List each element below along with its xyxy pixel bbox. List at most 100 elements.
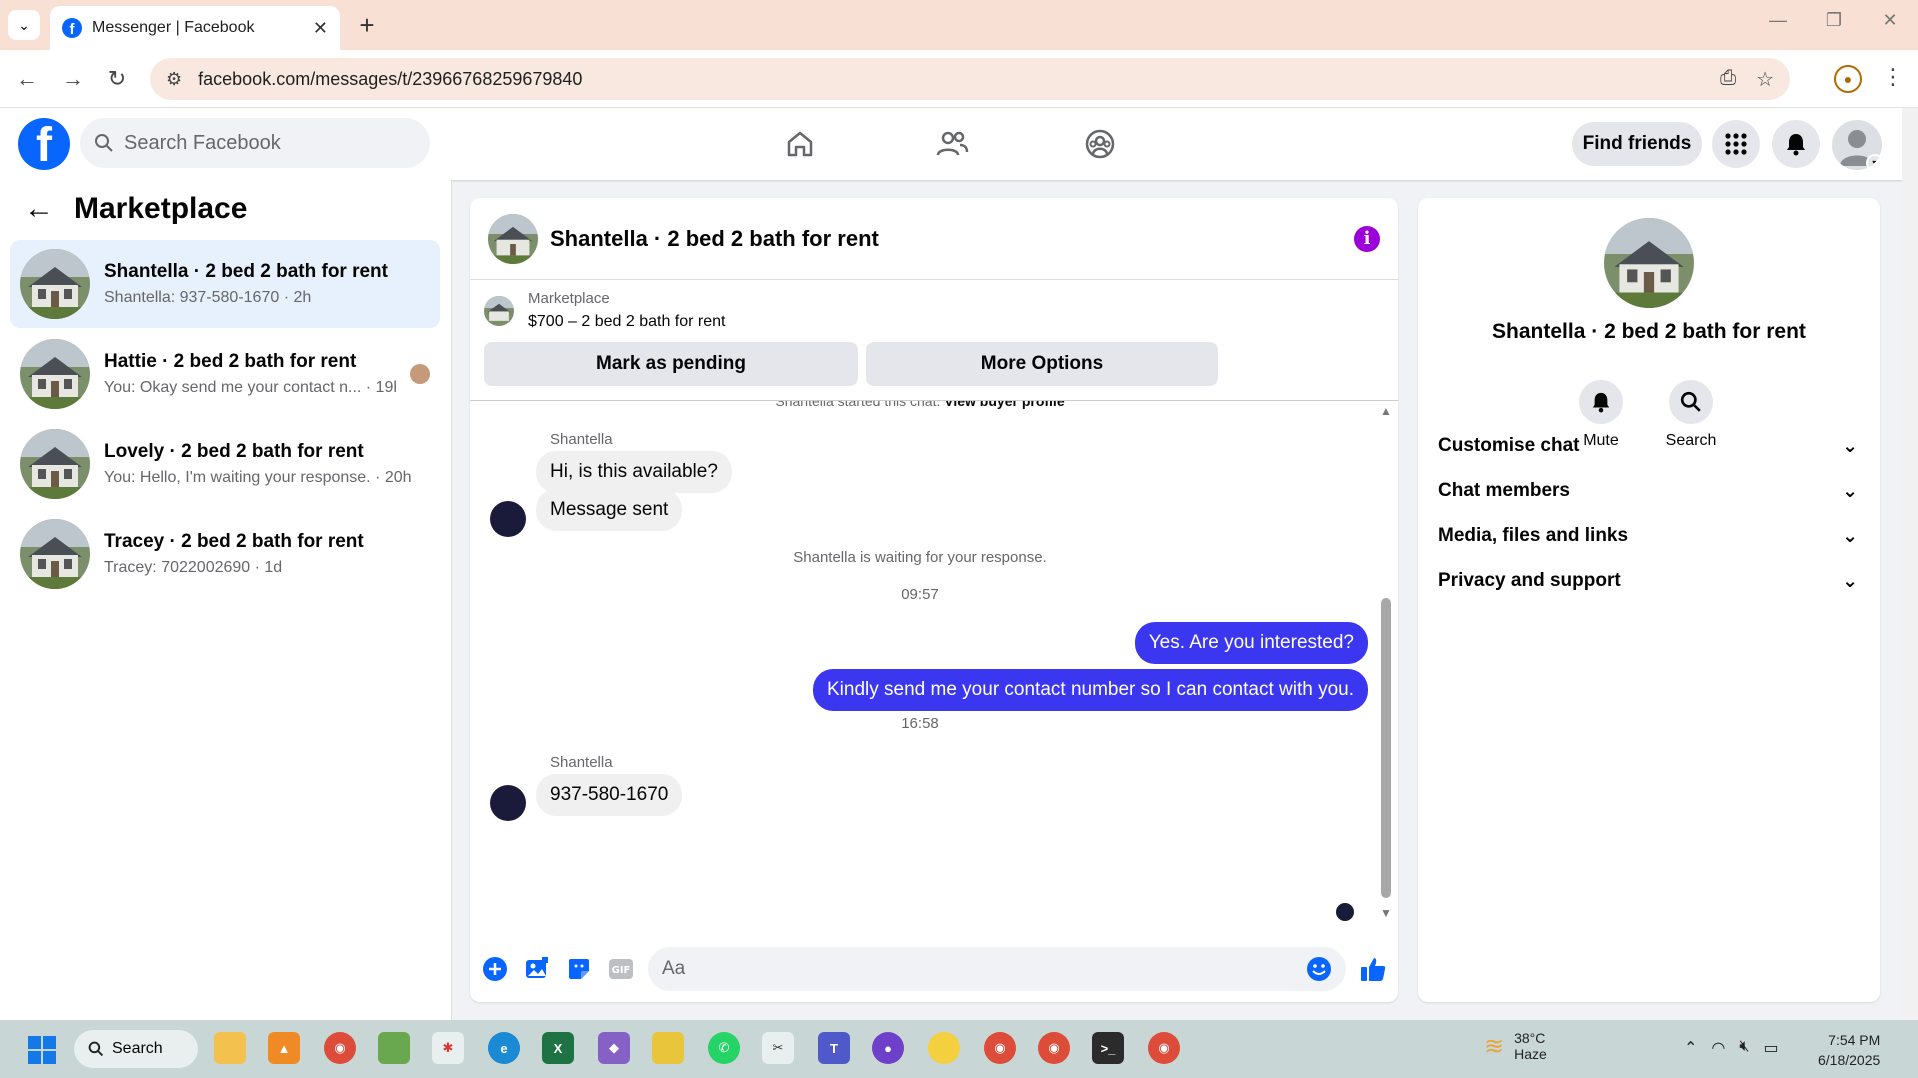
close-window-icon[interactable]: ✕ [1870, 10, 1910, 31]
listing-thumbnail [484, 295, 514, 326]
waiting-notice: Shantella is waiting for your response. [793, 549, 1047, 566]
taskbar-search[interactable]: Search [74, 1030, 198, 1068]
info-icon[interactable]: i [1354, 225, 1380, 252]
privacy-support-section[interactable]: Privacy and support ⌄ [1438, 561, 1858, 601]
back-icon[interactable]: ← [10, 62, 44, 96]
taskbar-clock[interactable]: 7:54 PM 6/18/2025 [1818, 1030, 1880, 1070]
omnibox[interactable]: ⚙ facebook.com/messages/t/23966768259679… [150, 58, 1790, 100]
listing-title[interactable]: $700 – 2 bed 2 bath for rent [528, 313, 725, 331]
teams-icon[interactable]: T [818, 1032, 850, 1064]
sender-avatar[interactable] [490, 501, 526, 537]
conversation-item[interactable]: Lovely · 2 bed 2 bath for rent You: Hell… [10, 420, 440, 508]
wifi-icon[interactable]: ◠ [1711, 1038, 1725, 1058]
incoming-message[interactable]: Hi, is this available? [536, 451, 732, 493]
emoji-icon[interactable] [1306, 956, 1332, 982]
chevron-down-icon: ⌄ [1842, 525, 1858, 547]
url-text[interactable]: facebook.com/messages/t/2396676825967984… [198, 69, 1704, 90]
minimize-icon[interactable]: — [1758, 10, 1798, 31]
speaker-muted-icon[interactable]: 🔇︎ [1739, 1038, 1749, 1058]
view-buyer-profile-link[interactable]: View buyer profile [944, 401, 1064, 409]
app-icon[interactable] [928, 1032, 960, 1064]
facebook-search-input[interactable]: Search Facebook [80, 118, 430, 168]
more-options-button[interactable]: More Options [866, 342, 1218, 386]
tab-close-icon[interactable]: ✕ [313, 18, 328, 39]
svg-text:GIF: GIF [612, 965, 631, 976]
browser-tab[interactable]: f Messenger | Facebook ✕ [50, 6, 340, 50]
profile-avatar[interactable]: ▼ [1832, 120, 1882, 170]
terminal-icon[interactable]: >_ [1092, 1032, 1124, 1064]
sender-avatar[interactable] [490, 785, 526, 821]
home-icon[interactable] [778, 122, 822, 166]
browser-profile-icon[interactable]: ● [1834, 65, 1862, 93]
new-tab-icon[interactable]: + [352, 10, 382, 40]
excel-icon[interactable]: X [542, 1032, 574, 1064]
media-files-links-section[interactable]: Media, files and links ⌄ [1438, 516, 1858, 556]
edge-icon[interactable]: e [488, 1032, 520, 1064]
conversation-preview: Shantella: 937-580-1670 · 2h [104, 289, 312, 306]
incoming-message[interactable]: 937-580-1670 [536, 774, 683, 816]
timestamp: 16:58 [901, 715, 939, 732]
system-tray: ⌃ ◠ 🔇︎ ▭ [1684, 1038, 1779, 1058]
app-icon[interactable] [378, 1032, 410, 1064]
chevron-up-icon[interactable]: ⌃ [1684, 1038, 1697, 1058]
menu-grid-icon[interactable] [1712, 120, 1760, 168]
friends-icon[interactable] [930, 122, 974, 166]
mark-as-pending-button[interactable]: Mark as pending [484, 342, 858, 386]
chat-scrollbar-thumb[interactable] [1381, 598, 1391, 898]
outgoing-message[interactable]: Yes. Are you interested? [1134, 622, 1368, 664]
taskbar-search-label: Search [112, 1040, 163, 1057]
chevron-down-icon: ⌄ [1842, 570, 1858, 592]
back-arrow-icon[interactable]: ← [24, 192, 54, 226]
chat-title[interactable]: Shantella · 2 bed 2 bath for rent [550, 226, 1342, 252]
install-app-icon[interactable]: ⎙ [1720, 67, 1736, 92]
scroll-up-arrow-icon[interactable]: ▲ [1380, 404, 1392, 418]
add-plus-icon[interactable] [480, 954, 510, 984]
weather-widget[interactable]: ≋ 38°C Haze [1484, 1030, 1547, 1062]
scroll-down-arrow-icon[interactable]: ▼ [1380, 906, 1392, 920]
browser-menu-icon[interactable]: ⋮ [1882, 64, 1904, 90]
file-explorer-icon[interactable] [214, 1032, 246, 1064]
photo-icon[interactable] [522, 954, 552, 984]
house-thumbnail[interactable] [488, 213, 538, 264]
facebook-logo-icon[interactable]: f [18, 118, 70, 170]
windows-start-icon[interactable] [28, 1036, 56, 1064]
vlc-icon[interactable]: ▲ [268, 1032, 300, 1064]
find-friends-button[interactable]: Find friends [1572, 122, 1702, 166]
sticker-icon[interactable] [564, 954, 594, 984]
conversation-name: Lovely · 2 bed 2 bath for rent [104, 441, 364, 462]
chrome-icon[interactable]: ◉ [984, 1032, 1016, 1064]
tab-search-chevron-icon[interactable]: ⌄ [8, 10, 40, 40]
outgoing-message[interactable]: Kindly send me your contact number so I … [813, 669, 1368, 711]
page-scrollbar[interactable] [1902, 108, 1918, 1020]
chrome-icon[interactable]: ◉ [1148, 1032, 1180, 1064]
message-input[interactable]: Aa [648, 947, 1346, 991]
notifications-bell-icon[interactable] [1772, 120, 1820, 168]
reload-icon[interactable]: ↻ [100, 62, 134, 96]
chat-members-section[interactable]: Chat members ⌄ [1438, 471, 1858, 511]
bookmark-star-icon[interactable]: ☆ [1756, 67, 1774, 92]
snipping-tool-icon[interactable]: ✂ [762, 1032, 794, 1064]
conversation-item[interactable]: Hattie · 2 bed 2 bath for rent You: Okay… [10, 330, 440, 418]
incoming-message[interactable]: Message sent [536, 489, 683, 531]
visual-studio-icon[interactable]: ◆ [598, 1032, 630, 1064]
forward-icon[interactable]: → [56, 62, 90, 96]
github-icon[interactable]: ● [872, 1032, 904, 1064]
bell-icon [1579, 380, 1623, 424]
restore-icon[interactable]: ❐ [1814, 10, 1854, 31]
chrome-icon[interactable]: ◉ [324, 1032, 356, 1064]
thumbs-up-like-icon[interactable] [1358, 954, 1388, 984]
conversation-item[interactable]: Shantella · 2 bed 2 bath for rent Shante… [10, 240, 440, 328]
gif-icon[interactable]: GIF [606, 954, 636, 984]
whatsapp-icon[interactable]: ✆ [708, 1032, 740, 1064]
conversation-item[interactable]: Tracey · 2 bed 2 bath for rent Tracey: 7… [10, 510, 440, 598]
timestamp: 09:57 [901, 586, 939, 603]
chrome-icon[interactable]: ◉ [1038, 1032, 1070, 1064]
house-thumbnail[interactable] [1604, 218, 1694, 308]
listing-row: Marketplace $700 – 2 bed 2 bath for rent [484, 290, 725, 331]
slack-icon[interactable]: ✱ [432, 1032, 464, 1064]
sticky-app-icon[interactable] [652, 1032, 684, 1064]
battery-icon[interactable]: ▭ [1763, 1038, 1778, 1058]
site-info-icon[interactable]: ⚙ [166, 69, 182, 90]
groups-icon[interactable] [1078, 122, 1122, 166]
customise-chat-section[interactable]: Customise chat ⌄ [1438, 426, 1858, 466]
